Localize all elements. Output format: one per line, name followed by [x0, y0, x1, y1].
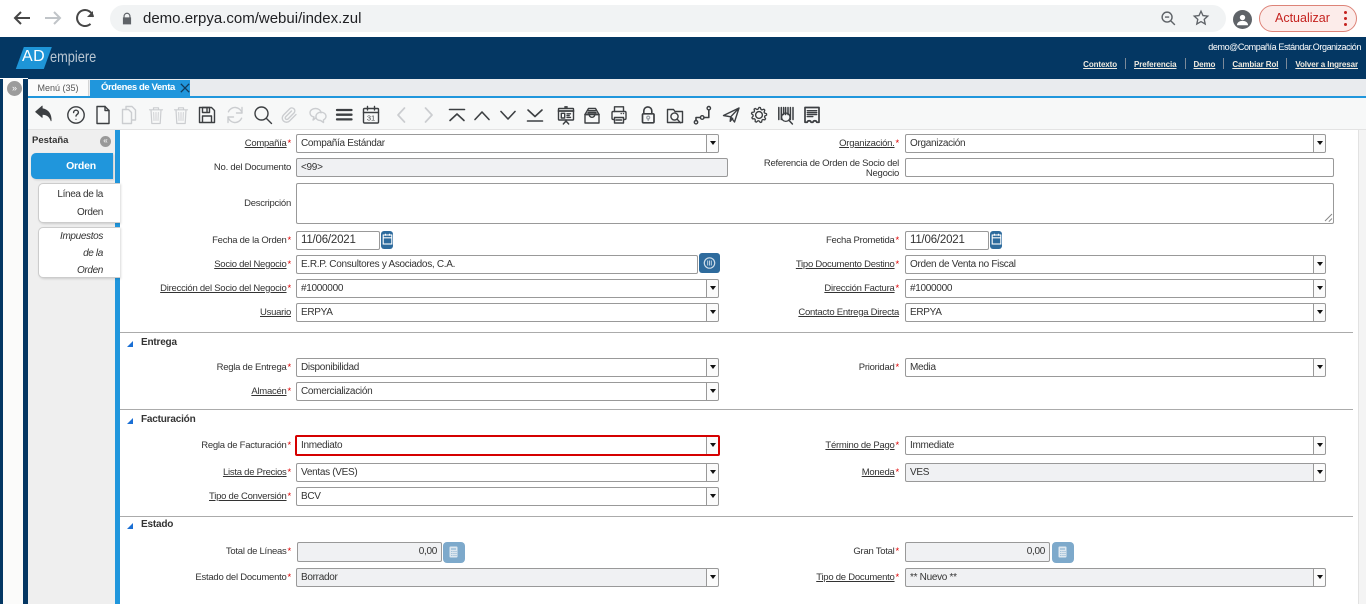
svg-text:31: 31: [367, 114, 375, 123]
